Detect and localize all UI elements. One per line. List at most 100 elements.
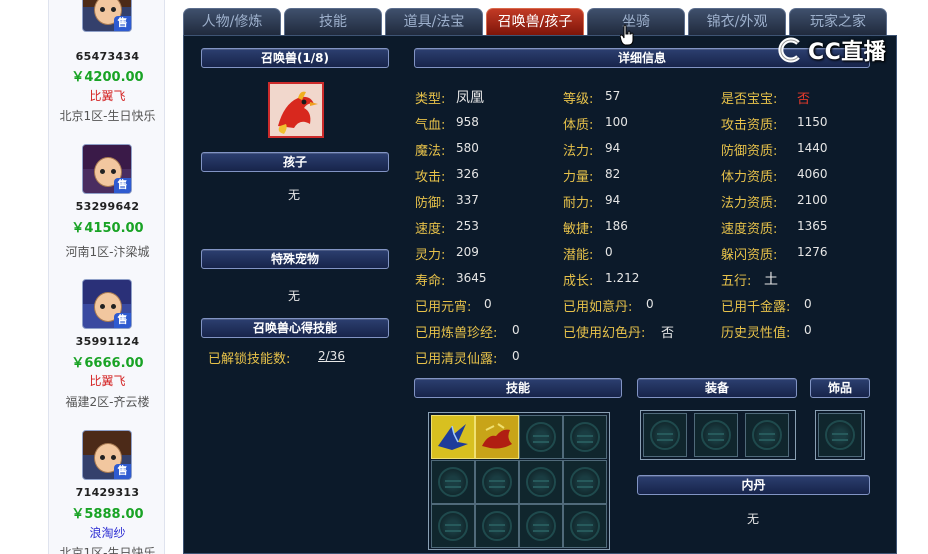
- stat-label: 已用千金露:: [721, 300, 791, 315]
- seller-server: 北京1区-生日快乐: [59, 546, 156, 554]
- child-header: 孩子: [201, 152, 389, 172]
- seller-username[interactable]: 比翼飞: [49, 87, 166, 104]
- avatar[interactable]: 售: [82, 144, 132, 194]
- stat-label: 已用元宵:: [415, 300, 472, 315]
- seller-id: 71429313: [75, 486, 140, 499]
- stat-value: 94: [605, 193, 621, 207]
- stat-label: 速度资质:: [721, 222, 778, 237]
- seller-id: 65473434: [75, 50, 140, 63]
- sale-badge: 售: [114, 313, 131, 328]
- stat-value: 337: [456, 193, 479, 207]
- tab-outfit[interactable]: 锦衣/外观: [688, 8, 786, 35]
- stat-label: 已用清灵仙露:: [415, 352, 498, 367]
- skills-grid: [428, 412, 610, 550]
- avatar[interactable]: 售: [82, 279, 132, 329]
- stat-label: 耐力:: [563, 196, 594, 211]
- stat-value: 0: [646, 297, 654, 311]
- stat-value: 否: [661, 326, 675, 341]
- accessory-header: 饰品: [810, 378, 870, 398]
- avatar[interactable]: 售: [82, 430, 132, 480]
- stat-value: 1.212: [605, 271, 640, 285]
- equipment-slot[interactable]: [745, 413, 789, 457]
- stat-label: 防御资质:: [721, 144, 778, 159]
- equipment-grid: [640, 410, 796, 460]
- seller-price: ￥4150.00: [71, 221, 144, 236]
- unlocked-count[interactable]: 2/36: [318, 349, 345, 363]
- stat-value: 否: [797, 92, 811, 107]
- tab-summon[interactable]: 召唤兽/孩子: [486, 8, 584, 35]
- tab-character[interactable]: 人物/修炼: [183, 8, 281, 35]
- stat-label: 灵力:: [415, 248, 446, 263]
- skill-slot[interactable]: [563, 504, 607, 548]
- tab-skills[interactable]: 技能: [284, 8, 382, 35]
- tab-home[interactable]: 玩家之家: [789, 8, 887, 35]
- beast-skill-icon: [476, 416, 518, 458]
- skill-slot[interactable]: [519, 415, 563, 459]
- stat-value: 94: [605, 141, 621, 155]
- eagle-skill-icon: [432, 416, 474, 458]
- skill-slot[interactable]: [431, 460, 475, 504]
- seller-price: ￥4200.00: [71, 70, 144, 85]
- tab-items[interactable]: 道具/法宝: [385, 8, 483, 35]
- stat-value: 209: [456, 245, 479, 259]
- stat-label: 类型:: [415, 92, 446, 107]
- summon-panel: 召唤兽(1/8) 孩子 无 特殊宠物 无 召唤兽心得技能 已解锁技能数: 2/3…: [183, 35, 897, 554]
- avatar[interactable]: 售: [82, 0, 132, 32]
- special-pet-header: 特殊宠物: [201, 249, 389, 269]
- stat-value: 0: [804, 323, 812, 337]
- sale-badge: 售: [114, 464, 131, 479]
- stat-value: 1365: [797, 219, 828, 233]
- skill-slot[interactable]: [431, 415, 475, 459]
- seller-price: ￥5888.00: [71, 507, 144, 522]
- stat-label: 已用炼兽珍经:: [415, 326, 498, 341]
- seller-list: 售 65473434 ￥4200.00 比翼飞 北京1区-生日快乐 售 5329…: [48, 0, 165, 554]
- stat-label: 寿命:: [415, 274, 446, 289]
- seller-username[interactable]: 比翼飞: [49, 372, 166, 389]
- stat-value: 580: [456, 141, 479, 155]
- stat-value: 186: [605, 219, 628, 233]
- seller-username[interactable]: 浪淘纱: [49, 524, 166, 541]
- stat-value: 凤凰: [456, 90, 484, 106]
- equipment-slot[interactable]: [643, 413, 687, 457]
- stat-value: 0: [484, 297, 492, 311]
- skill-slot[interactable]: [563, 460, 607, 504]
- skill-slot[interactable]: [519, 504, 563, 548]
- hand-cursor-icon: [620, 24, 634, 46]
- child-value: 无: [288, 188, 301, 202]
- skill-slot[interactable]: [475, 415, 519, 459]
- stat-label: 攻击:: [415, 170, 446, 185]
- summon-header: 召唤兽(1/8): [201, 48, 389, 68]
- skill-slot[interactable]: [431, 504, 475, 548]
- sale-badge: 售: [114, 16, 131, 31]
- skill-slot[interactable]: [475, 504, 519, 548]
- skill-slot[interactable]: [475, 460, 519, 504]
- tab-mount[interactable]: 坐骑: [587, 8, 685, 35]
- stat-value: 100: [605, 115, 628, 129]
- stat-label: 气血:: [415, 118, 446, 133]
- stat-label: 攻击资质:: [721, 118, 778, 133]
- skill-slot[interactable]: [519, 460, 563, 504]
- accessory-grid: [815, 410, 865, 460]
- stat-value: 57: [605, 89, 621, 103]
- stat-value: 1276: [797, 245, 828, 259]
- seller-price: ￥6666.00: [71, 356, 144, 371]
- accessory-slot[interactable]: [818, 413, 862, 457]
- stat-label: 防御:: [415, 196, 446, 211]
- stat-label: 五行:: [721, 274, 752, 289]
- pet-portrait[interactable]: [268, 82, 324, 138]
- inner-dan-value: 无: [747, 512, 760, 526]
- stat-value: 土: [764, 272, 778, 288]
- stat-value: 958: [456, 115, 479, 129]
- stat-label: 法力:: [563, 144, 594, 159]
- sale-badge: 售: [114, 178, 131, 193]
- stat-label: 魔法:: [415, 144, 446, 159]
- stat-value: 1440: [797, 141, 828, 155]
- unlocked-label: 已解锁技能数:: [208, 352, 291, 367]
- cc-logo-icon: [778, 37, 800, 63]
- skill-insight-header: 召唤兽心得技能: [201, 318, 389, 338]
- stat-label: 历史灵性值:: [721, 326, 791, 341]
- stat-label: 体力资质:: [721, 170, 778, 185]
- skill-slot[interactable]: [563, 415, 607, 459]
- equipment-slot[interactable]: [694, 413, 738, 457]
- stat-value: 1150: [797, 115, 828, 129]
